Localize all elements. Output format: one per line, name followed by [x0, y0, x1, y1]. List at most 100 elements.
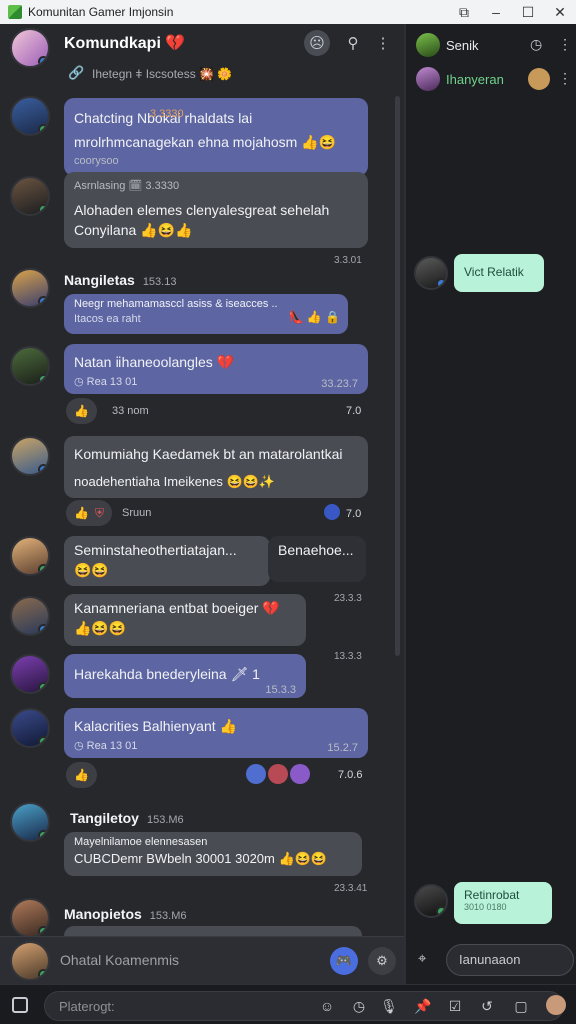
- message-text: Retinrobat: [464, 888, 520, 902]
- avatar: [528, 68, 550, 90]
- timestamp: 15.3.3: [265, 684, 296, 696]
- emoji-icon[interactable]: ☺: [318, 997, 336, 1015]
- chat-panel: Komundkapi 💔 ☹ ⚲ ⋮ 🔗 Ihetegn ǂ Iscsotess…: [0, 24, 404, 936]
- message-bubble[interactable]: Natan ⅱhaneoolangles 💔 ◷ Rea 13 01 33.23…: [64, 344, 368, 394]
- avatar[interactable]: [10, 596, 50, 636]
- message-text: Benaehoe...: [278, 542, 354, 558]
- message-bubble[interactable]: Benaehoe...: [268, 536, 366, 582]
- mute-icon[interactable]: ☹: [304, 30, 330, 56]
- avatar: [268, 764, 288, 784]
- avatar[interactable]: [10, 708, 50, 748]
- composer-input[interactable]: Ohatal Koamenmis: [60, 952, 179, 968]
- minimize-button[interactable]: –: [480, 0, 512, 24]
- side-message-input[interactable]: Ianunaaon: [446, 944, 574, 976]
- timestamp: 23.3.3: [334, 593, 362, 604]
- message-bubble[interactable]: Asrnlasing 🗓 3.3330 Alohaden elemes clen…: [64, 172, 368, 248]
- username: Nangiletas 153.13: [64, 272, 177, 288]
- avatar[interactable]: [414, 256, 448, 290]
- window-title: Komunitan Gamer Imjonsin: [28, 5, 174, 19]
- message-bubble[interactable]: Neegr mehamamasccl asiss & iseacces .. I…: [64, 294, 348, 334]
- microphone-icon[interactable]: 🎙: [380, 997, 398, 1015]
- reaction-avatars[interactable]: [246, 764, 310, 784]
- avatar[interactable]: [10, 346, 50, 386]
- app-icon: [8, 5, 22, 19]
- channel-avatar[interactable]: [10, 28, 50, 68]
- message-sub: ◷ Rea 13 01: [74, 376, 138, 388]
- message-bubble[interactable]: Kalacrities Balhienyant 👍 ◷ Rea 13 01 15…: [64, 708, 368, 758]
- link-icon: 🔗: [68, 65, 85, 80]
- checkbox-icon[interactable]: ☑: [446, 997, 464, 1015]
- more-icon[interactable]: ⋮: [558, 70, 572, 87]
- avatar[interactable]: [10, 96, 50, 136]
- avatar[interactable]: [10, 898, 50, 936]
- timestamp: 15.2.7: [327, 742, 358, 754]
- message-text: Mayelnilamoe elennesasen: [74, 836, 208, 848]
- thumbs-up-icon: 👍: [74, 404, 89, 418]
- game-controller-icon[interactable]: 🎮: [330, 947, 358, 975]
- pin-icon[interactable]: 📌: [414, 997, 432, 1015]
- avatar[interactable]: [10, 536, 50, 576]
- history-icon[interactable]: ↺: [478, 997, 496, 1015]
- message-text: Seminstaheothertiatajan...: [74, 542, 237, 558]
- more-icon[interactable]: ⋮: [370, 30, 396, 56]
- pin-window-button[interactable]: ⧉: [448, 0, 480, 24]
- reaction-badge[interactable]: 👍: [66, 762, 97, 788]
- message-text: noadehentiaha Imeikenes 😆😆✨: [74, 474, 276, 489]
- message-text: CUBCDemr BWbeln 30001 3020m 👍😆😆: [74, 851, 328, 866]
- message-bubble[interactable]: Retinrobat 3010 0180: [454, 882, 552, 924]
- profile-avatar[interactable]: [546, 995, 566, 1015]
- message-bubble[interactable]: Kanamneriana entbat boeiger 💔 👍😆😆: [64, 594, 306, 646]
- location-pin-icon[interactable]: ⌖: [418, 950, 426, 967]
- side-number: 7.0.6: [338, 769, 363, 781]
- message-icons: 👠 👍 🔒: [288, 310, 341, 324]
- search-placeholder: Platerogt:: [59, 999, 115, 1014]
- dock-toggle-icon[interactable]: [12, 997, 28, 1013]
- message-text: Natan ⅱhaneoolangles 💔: [74, 354, 235, 370]
- clock-icon[interactable]: ◷: [350, 997, 368, 1015]
- timestamp: 3.3.01: [334, 255, 362, 266]
- avatar[interactable]: [10, 802, 50, 842]
- message-bubble[interactable]: Harekahda bnederyleina 🗡 1 15.3.3: [64, 654, 306, 698]
- reaction-badge[interactable]: 👍 ⛨: [66, 500, 112, 526]
- message-text: mrolrhmcanagekan ehna mojahosm 👍😆: [74, 134, 337, 150]
- message-text: Harekahda bnederyleina 🗡 1: [74, 666, 260, 682]
- side-item[interactable]: Ihanyeran ⋮: [406, 62, 576, 96]
- channel-subtitle: Ihetegn ǂ Iscsotess 🎇 🌼: [92, 67, 233, 81]
- message-bubble[interactable]: Seminstaheothertiatajan... 😆😆: [64, 536, 270, 586]
- message-bubble[interactable]: Mayelnilamoe elennesasen CUBCDemr BWbeln…: [64, 832, 362, 876]
- avatar[interactable]: [414, 884, 448, 918]
- username: Manopietos 153.M6: [64, 906, 187, 922]
- close-button[interactable]: ✕: [544, 0, 576, 24]
- message-bubble[interactable]: [64, 926, 362, 936]
- user-avatar[interactable]: [10, 941, 50, 981]
- avatar[interactable]: [10, 176, 50, 216]
- side-item-label: Ihanyeran: [446, 71, 504, 87]
- chat-icon[interactable]: ▢: [512, 997, 530, 1015]
- avatar[interactable]: [10, 436, 50, 476]
- side-item[interactable]: Senik ◷ ⋮: [406, 28, 576, 62]
- maximize-button[interactable]: ☐: [512, 0, 544, 24]
- reaction-badge[interactable]: 👍: [66, 398, 97, 424]
- more-icon[interactable]: ⋮: [558, 36, 572, 53]
- channel-name: Komundkapi 💔: [64, 35, 186, 52]
- search-icon[interactable]: ⚲: [340, 30, 366, 56]
- message-sub: ◷ Rea 13 01: [74, 740, 138, 752]
- message-emoji: 😆😆: [74, 562, 109, 578]
- bottom-bar: Platerogt: ☺ ◷ 🎙 📌 ☑ ↺ ▢: [0, 984, 576, 1024]
- side-item-label: Senik: [446, 37, 479, 53]
- title-bar: Komunitan Gamer Imjonsin ⧉ – ☐ ✕: [0, 0, 576, 24]
- shield-icon: ⛨: [94, 505, 104, 520]
- clock-icon[interactable]: ◷: [530, 36, 542, 53]
- settings-icon[interactable]: ⚙: [368, 947, 396, 975]
- message-text: Chatcting Nbokai rhaldats lai: [74, 110, 253, 126]
- message-bubble[interactable]: Komumiahg Kaedamek bt an matarolantkai n…: [64, 436, 368, 498]
- message-sub: 3010 0180: [464, 902, 507, 912]
- message-emoji: 👍😆😆: [74, 620, 127, 636]
- avatar[interactable]: [10, 654, 50, 694]
- chat-scrollbar[interactable]: [395, 96, 400, 656]
- message-meta: Asrnlasing 🗓 3.3330: [74, 180, 180, 192]
- avatar: [290, 764, 310, 784]
- avatar[interactable]: [10, 268, 50, 308]
- reaction-count: 33 nom: [112, 405, 149, 417]
- message-bubble[interactable]: Vict Relatik: [454, 254, 544, 292]
